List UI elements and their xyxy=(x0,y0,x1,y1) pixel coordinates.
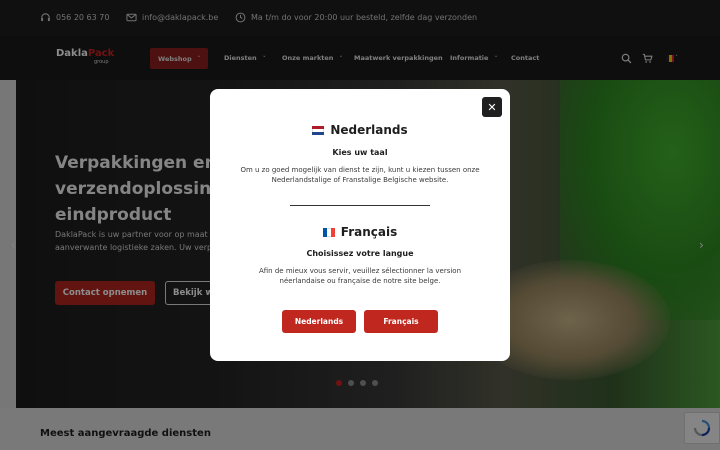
france-flag-icon xyxy=(322,227,335,237)
dutch-heading-text: Nederlands xyxy=(330,123,408,137)
close-icon: ✕ xyxy=(487,100,497,114)
netherlands-flag-icon xyxy=(312,125,325,135)
divider xyxy=(290,205,430,206)
french-heading-text: Français xyxy=(340,225,398,239)
dutch-heading: Nederlands xyxy=(210,123,510,137)
dutch-text: Om u zo goed mogelijk van dienst te zijn… xyxy=(240,166,480,184)
french-text: Afin de mieux vous servir, veuillez séle… xyxy=(258,267,462,285)
french-subheading: Choisissez votre langue xyxy=(306,249,414,258)
nederlands-button[interactable]: Nederlands xyxy=(282,310,356,333)
french-heading: Français xyxy=(210,225,510,239)
dutch-subheading: Kies uw taal xyxy=(332,148,388,157)
language-modal: ✕ Nederlands Kies uw taal Om u zo goed m… xyxy=(210,89,510,361)
francais-button[interactable]: Français xyxy=(364,310,438,333)
close-button[interactable]: ✕ xyxy=(482,97,502,117)
